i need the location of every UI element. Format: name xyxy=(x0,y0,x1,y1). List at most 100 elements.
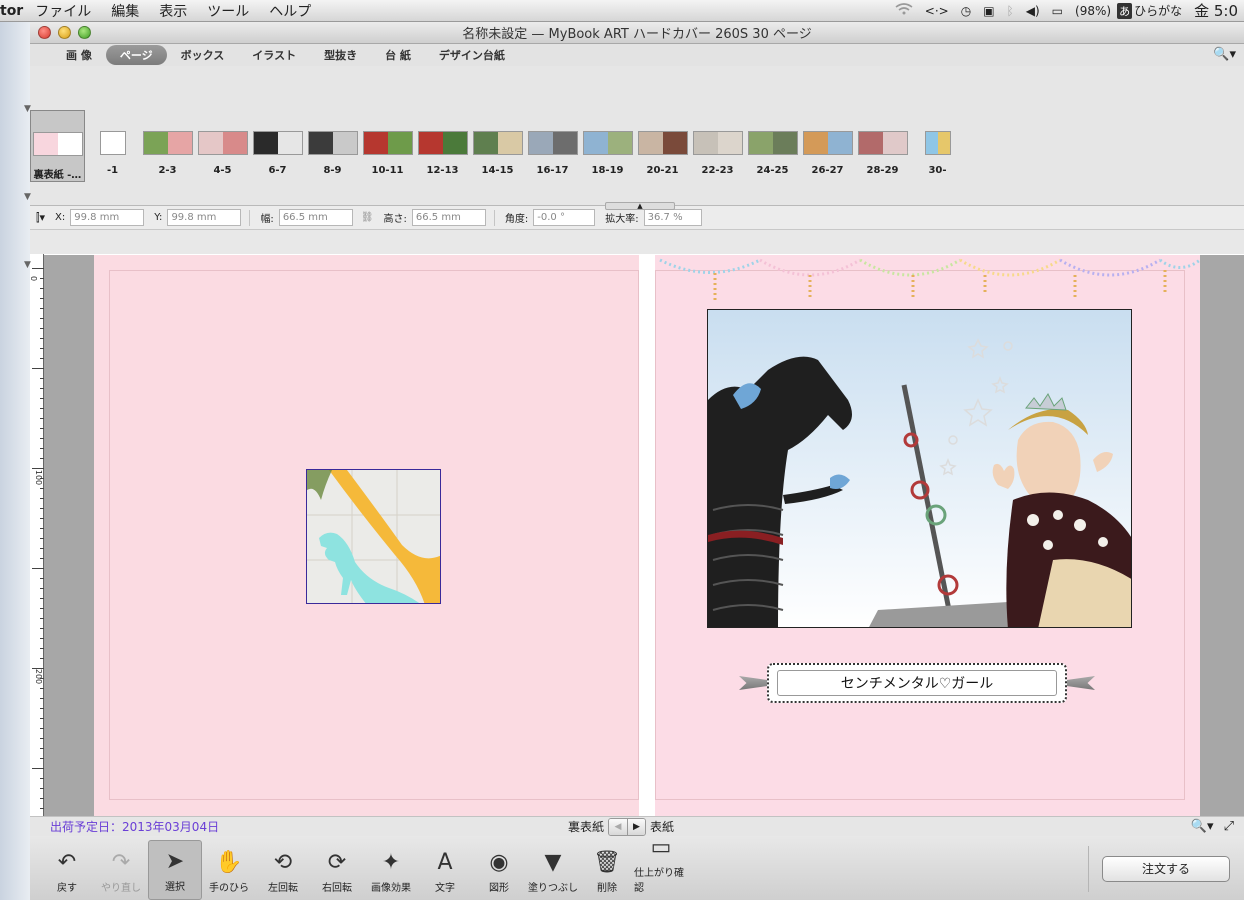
tab-design-mount[interactable]: デザイン台紙 xyxy=(425,45,519,65)
tab-mount[interactable]: 台 紙 xyxy=(371,45,425,65)
tab-cutout[interactable]: 型抜き xyxy=(310,45,371,65)
page-thumbnail[interactable]: 裏表紙 -… xyxy=(30,110,85,182)
menu-file[interactable]: ファイル xyxy=(25,1,101,21)
thumbnail-label: 12-13 xyxy=(426,165,459,176)
tab-image[interactable]: 画 像 xyxy=(52,45,106,65)
zoom-search-icon[interactable]: 🔍▾ xyxy=(1191,819,1214,834)
status-bar: 出荷予定日：2013年03月04日 裏表紙 ◀ ▶ 表紙 🔍▾ ⤢ xyxy=(30,816,1244,836)
shape-tool[interactable]: ◉ 図形 xyxy=(472,840,526,900)
page-thumbnail[interactable]: 28-29 xyxy=(855,110,910,182)
page-thumbnail[interactable]: 8-9 xyxy=(305,110,360,182)
next-page-button[interactable]: ▶ xyxy=(627,818,646,835)
x-field[interactable]: 99.8 mm xyxy=(70,209,145,226)
page-thumbnail[interactable]: 14-15 xyxy=(470,110,525,182)
tab-illust[interactable]: イラスト xyxy=(238,45,310,65)
link-chain-icon[interactable]: ⛓ xyxy=(361,212,374,223)
paint-bucket-tool[interactable]: ▼ 塗りつぶし xyxy=(526,840,580,900)
book-preview-tool[interactable]: ▭ 仕上がり確認 xyxy=(634,835,688,900)
hand-tool[interactable]: ✋ 手のひら xyxy=(202,840,256,900)
ribbon-right xyxy=(1065,676,1095,690)
menubar-clock[interactable]: 金 5:0 xyxy=(1188,0,1244,21)
ruler-label: 200 xyxy=(34,668,44,685)
thumbnail-half xyxy=(112,132,125,154)
wifi-icon[interactable] xyxy=(889,3,919,18)
ruler-triangle-icon[interactable]: ▼ xyxy=(24,260,31,270)
select-arrow-icon: ➤ xyxy=(165,849,185,874)
thumbnail-half xyxy=(882,132,907,154)
tab-page[interactable]: ページ xyxy=(105,45,167,65)
text-tool[interactable]: A 文字 xyxy=(418,840,472,900)
page-thumbnail[interactable]: 16-17 xyxy=(525,110,580,182)
page-thumbnail[interactable]: 20-21 xyxy=(635,110,690,182)
title-banner[interactable]: センチメンタル♡ガール xyxy=(739,660,1095,706)
front-cover-page[interactable]: センチメンタル♡ガール xyxy=(655,255,1200,818)
thumbnail-label: 30- xyxy=(928,165,947,176)
select-arrow-tool[interactable]: ➤ 選択 xyxy=(148,840,202,900)
app-menu[interactable]: tor xyxy=(0,3,25,19)
rotate-right-tool[interactable]: ⟳ 右回転 xyxy=(310,840,364,900)
search-icon[interactable]: 🔍▾ xyxy=(1213,47,1236,62)
page-thumbnail[interactable]: 10-11 xyxy=(360,110,415,182)
palette-tabs: 画 像 ページ ボックス イラスト 型抜き 台 紙 デザイン台紙 🔍▾ xyxy=(30,44,1244,66)
banner-text[interactable]: センチメンタル♡ガール xyxy=(777,670,1057,696)
input-method-icon[interactable]: あ xyxy=(1117,2,1133,19)
page-thumbnail[interactable]: 30- xyxy=(910,110,965,182)
zoom-window-button[interactable] xyxy=(78,26,91,39)
volume-icon[interactable]: ◀) xyxy=(1020,4,1046,18)
rotate-left-tool[interactable]: ⟲ 左回転 xyxy=(256,840,310,900)
menu-tools[interactable]: ツール xyxy=(197,1,259,21)
image-effect-tool[interactable]: ✦ 画像効果 xyxy=(364,840,418,900)
tab-box[interactable]: ボックス xyxy=(167,45,239,65)
zoom-field[interactable]: 36.7 % xyxy=(643,209,702,226)
input-method-label[interactable]: ひらがな xyxy=(1132,2,1188,19)
minimize-window-button[interactable] xyxy=(58,26,71,39)
thumbnail-half xyxy=(528,132,553,154)
back-cover-page[interactable] xyxy=(94,255,639,818)
shape-icon: ◉ xyxy=(489,850,509,875)
y-field[interactable]: 99.8 mm xyxy=(167,209,242,226)
page-thumbnail[interactable]: 2-3 xyxy=(140,110,195,182)
page-nav-buttons: ◀ ▶ xyxy=(608,817,647,836)
dinosaur-photo-box[interactable] xyxy=(306,469,441,604)
page-thumbnail[interactable]: 4-5 xyxy=(195,110,250,182)
thumbnail-half xyxy=(253,132,278,154)
tool-label: 戻す xyxy=(57,883,77,894)
editor-canvas[interactable]: センチメンタル♡ガール xyxy=(44,255,1244,828)
redo-tool[interactable]: ↷ やり直し xyxy=(94,840,148,900)
ruler-tick xyxy=(32,468,44,469)
height-field[interactable]: 66.5 mm xyxy=(411,209,486,226)
width-field[interactable]: 66.5 mm xyxy=(278,209,353,226)
thumbnail-half xyxy=(332,132,357,154)
text-icon: A xyxy=(437,850,453,875)
network-arrows-icon[interactable]: <·> xyxy=(919,4,955,18)
undo-tool[interactable]: ↶ 戻す xyxy=(40,840,94,900)
thumbnail-label: 4-5 xyxy=(213,165,232,176)
menu-edit[interactable]: 編集 xyxy=(101,1,149,21)
fit-screen-icon[interactable]: ⤢ xyxy=(1224,819,1234,834)
undo-icon: ↶ xyxy=(57,850,77,875)
menu-view[interactable]: 表示 xyxy=(149,1,197,21)
page-thumbnail[interactable]: 12-13 xyxy=(415,110,470,182)
panel-splitter-handle[interactable]: ▲ xyxy=(605,202,675,210)
page-thumbnail[interactable]: 26-27 xyxy=(800,110,855,182)
thumbnail-image xyxy=(747,131,798,155)
battery-icon[interactable]: ▭ xyxy=(1046,4,1069,18)
angle-field[interactable]: -0.0 ° xyxy=(533,209,596,226)
close-window-button[interactable] xyxy=(38,26,51,39)
page-thumbnail[interactable]: 22-23 xyxy=(690,110,745,182)
time-machine-icon[interactable]: ◷ xyxy=(955,4,977,18)
page-thumbnail[interactable]: 18-19 xyxy=(580,110,635,182)
menu-help[interactable]: ヘルプ xyxy=(259,1,321,21)
bluetooth-icon[interactable]: ᛒ xyxy=(1001,4,1020,18)
page-thumbnail[interactable]: 6-7 xyxy=(250,110,305,182)
main-photo-box[interactable] xyxy=(707,309,1132,628)
collapse-triangle-icon[interactable]: ▼ xyxy=(24,192,31,202)
order-button[interactable]: 注文する xyxy=(1102,856,1230,882)
display-icon[interactable]: ▣ xyxy=(977,4,1000,18)
align-menu-icon[interactable]: ⫿▾ xyxy=(36,211,45,225)
zoom-label: 拡大率: xyxy=(605,214,639,225)
page-thumbnail[interactable]: -1 xyxy=(85,110,140,182)
trash-tool[interactable]: 🗑 削除 xyxy=(580,840,634,900)
page-thumbnail[interactable]: 24-25 xyxy=(745,110,800,182)
prev-page-button[interactable]: ◀ xyxy=(609,818,628,835)
